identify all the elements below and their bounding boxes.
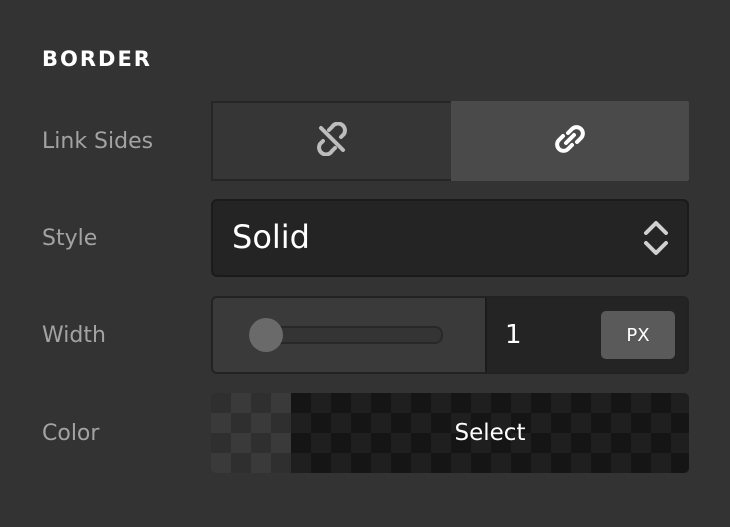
link-sides-toggle <box>211 101 689 181</box>
style-label: Style <box>42 226 98 251</box>
width-control: 1 PX <box>211 296 689 374</box>
color-picker-button[interactable]: Select <box>211 393 689 473</box>
link-icon <box>553 122 587 160</box>
unlink-sides-button[interactable] <box>213 103 451 179</box>
width-slider[interactable] <box>213 298 485 372</box>
up-down-arrows-icon <box>643 219 669 261</box>
border-settings-panel: BORDER Link Sides Style Solid Width 1 PX… <box>0 0 730 527</box>
color-label: Color <box>42 421 100 446</box>
section-title: BORDER <box>42 47 152 71</box>
color-select-label: Select <box>454 420 526 446</box>
width-label: Width <box>42 323 106 348</box>
width-input-value: 1 <box>505 320 522 350</box>
link-sides-button[interactable] <box>451 101 689 181</box>
style-select-value: Solid <box>232 218 310 256</box>
style-select[interactable]: Solid <box>211 199 689 277</box>
width-input[interactable]: 1 PX <box>485 298 687 372</box>
unlink-icon <box>315 121 349 160</box>
width-slider-thumb[interactable] <box>249 318 283 352</box>
link-sides-label: Link Sides <box>42 129 154 154</box>
unit-button[interactable]: PX <box>601 311 675 359</box>
